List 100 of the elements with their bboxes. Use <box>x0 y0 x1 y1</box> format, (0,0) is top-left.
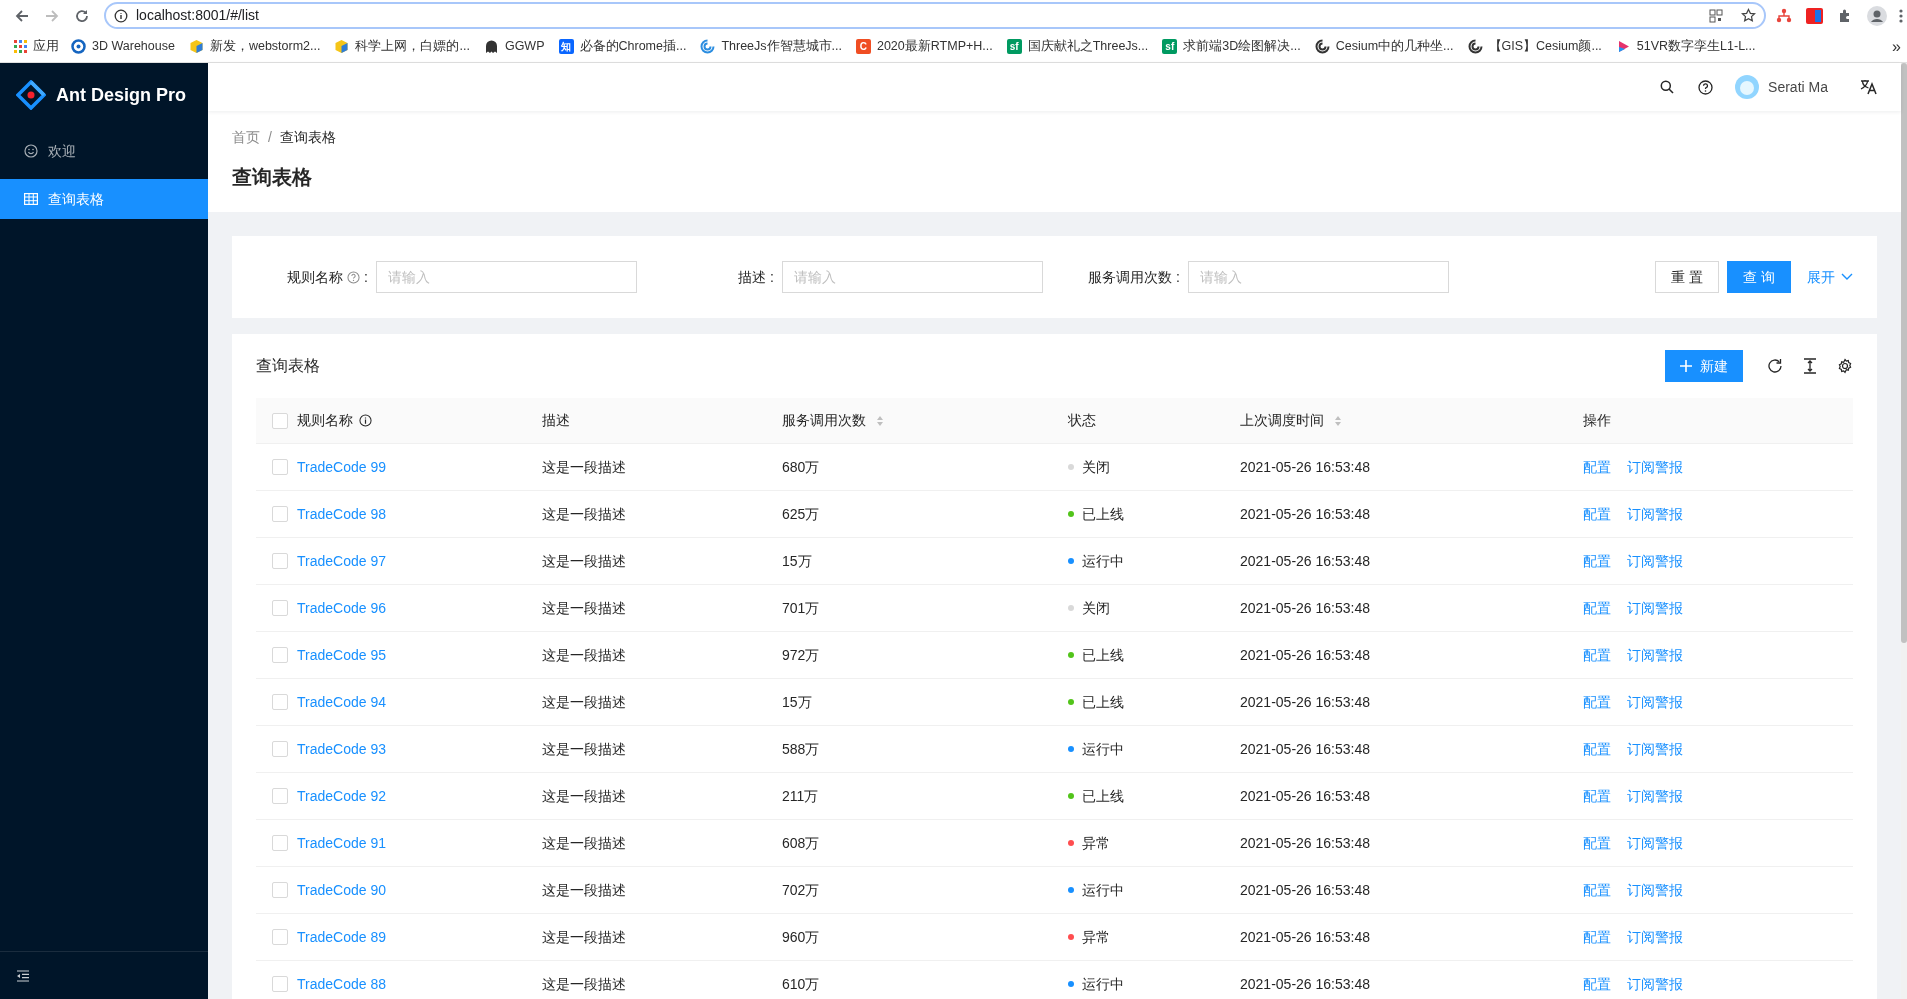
field-label: 描述 <box>738 267 767 287</box>
checkbox[interactable] <box>272 929 288 945</box>
action-link[interactable]: 订阅警报 <box>1627 973 1683 995</box>
action-link[interactable]: 配置 <box>1583 832 1611 854</box>
translate-icon[interactable] <box>1860 79 1877 95</box>
checkbox[interactable] <box>272 835 288 851</box>
profile-icon[interactable] <box>1867 5 1887 26</box>
reset-button[interactable]: 重 置 <box>1655 261 1720 293</box>
expand-link[interactable]: 展开 <box>1807 266 1853 288</box>
reload-icon[interactable] <box>1767 358 1783 374</box>
action-link[interactable]: 配置 <box>1583 691 1611 713</box>
select-all-checkbox[interactable] <box>272 412 288 429</box>
checkbox[interactable] <box>272 600 288 616</box>
checkbox[interactable] <box>272 647 288 663</box>
rule-name-link[interactable]: TradeCode 90 <box>297 881 386 898</box>
rule-name-link[interactable]: TradeCode 91 <box>297 834 386 851</box>
checkbox[interactable] <box>272 694 288 710</box>
action-link[interactable]: 订阅警报 <box>1627 926 1683 948</box>
column-header[interactable]: 服务调用次数 <box>782 410 866 431</box>
action-link[interactable]: 订阅警报 <box>1627 832 1683 854</box>
checkbox[interactable] <box>272 976 288 992</box>
search-icon[interactable] <box>1660 80 1675 94</box>
input-field[interactable]: 请输入 <box>782 261 1043 293</box>
action-link[interactable]: 配置 <box>1583 973 1611 995</box>
new-button[interactable]: 新建 <box>1665 350 1743 382</box>
rule-name-link[interactable]: TradeCode 95 <box>297 646 386 663</box>
action-link[interactable]: 配置 <box>1583 456 1611 478</box>
reload-icon[interactable] <box>74 7 90 24</box>
action-link[interactable]: 订阅警报 <box>1627 456 1683 478</box>
action-link[interactable]: 订阅警报 <box>1627 644 1683 666</box>
action-link[interactable]: 订阅警报 <box>1627 785 1683 807</box>
apps-bookmark[interactable]: 应用 <box>14 34 59 59</box>
action-link[interactable]: 配置 <box>1583 503 1611 525</box>
extension-icon[interactable] <box>1806 7 1823 24</box>
network-icon[interactable] <box>1776 7 1792 24</box>
rule-name-link[interactable]: TradeCode 99 <box>297 458 386 475</box>
action-link[interactable]: 配置 <box>1583 926 1611 948</box>
star-icon[interactable] <box>1741 8 1756 23</box>
action-link[interactable]: 配置 <box>1583 785 1611 807</box>
rule-name-link[interactable]: TradeCode 96 <box>297 599 386 616</box>
help-icon[interactable] <box>1698 79 1714 95</box>
action-link[interactable]: 订阅警报 <box>1627 503 1683 525</box>
user-name[interactable]: Serati Ma <box>1768 76 1828 98</box>
bookmark[interactable]: sf 国庆献礼之ThreeJs... <box>1006 34 1149 59</box>
rule-name-link[interactable]: TradeCode 93 <box>297 740 386 757</box>
rule-name-link[interactable]: TradeCode 89 <box>297 928 386 945</box>
breadcrumb-item[interactable]: 首页 <box>232 127 260 148</box>
menu-item[interactable]: 查询表格 <box>0 179 208 219</box>
input-field[interactable]: 请输入 <box>1188 261 1449 293</box>
checkbox[interactable] <box>272 882 288 898</box>
forward-icon[interactable] <box>44 7 60 24</box>
input-field[interactable]: 请输入 <box>376 261 637 293</box>
collapse-menu-icon[interactable] <box>16 969 30 982</box>
action-link[interactable]: 订阅警报 <box>1627 879 1683 901</box>
bookmark[interactable]: 知 必备的Chrome插... <box>558 34 687 59</box>
checkbox[interactable] <box>272 506 288 522</box>
avatar[interactable] <box>1735 75 1760 99</box>
checkbox[interactable] <box>272 788 288 804</box>
checkbox[interactable] <box>272 553 288 569</box>
bookmark[interactable]: 【GIS】Cesium颜... <box>1467 34 1602 59</box>
rule-name-link[interactable]: TradeCode 94 <box>297 693 386 710</box>
bookmark[interactable]: 51VR数字孪生L1-L... <box>1615 34 1756 59</box>
table-cell: 这是一段描述 <box>542 740 626 757</box>
bookmark[interactable]: 新发，webstorm2... <box>188 34 321 59</box>
scrollbar-thumb[interactable] <box>1901 63 1907 643</box>
menu-item[interactable]: 欢迎 <box>0 131 208 171</box>
action-link[interactable]: 订阅警报 <box>1627 738 1683 760</box>
column-height-icon[interactable] <box>1803 358 1817 374</box>
action-link[interactable]: 订阅警报 <box>1627 691 1683 713</box>
action-link[interactable]: 配置 <box>1583 879 1611 901</box>
action-link[interactable]: 配置 <box>1583 738 1611 760</box>
settings-icon[interactable] <box>1837 358 1853 374</box>
sort-icon[interactable] <box>1334 414 1342 427</box>
bookmark[interactable]: ThreeJs作智慧城市... <box>700 34 842 59</box>
checkbox[interactable] <box>272 459 288 475</box>
rule-name-link[interactable]: TradeCode 97 <box>297 552 386 569</box>
bookmark[interactable]: 3D Warehouse <box>71 34 175 59</box>
address-bar[interactable]: localhost:8001/#/list <box>104 2 1766 29</box>
action-link[interactable]: 配置 <box>1583 550 1611 572</box>
bookmark[interactable]: 科学上网，白嫖的... <box>334 34 470 59</box>
bookmark[interactable]: Cesium中的几种坐... <box>1314 34 1454 59</box>
label-colon: : <box>364 267 368 287</box>
more-bookmarks-button[interactable]: » <box>1892 34 1901 59</box>
action-link[interactable]: 订阅警报 <box>1627 550 1683 572</box>
action-link[interactable]: 订阅警报 <box>1627 597 1683 619</box>
column-header[interactable]: 上次调度时间 <box>1240 410 1324 431</box>
qr-code-icon[interactable] <box>1709 8 1723 23</box>
sort-icon[interactable] <box>876 414 884 427</box>
search-button[interactable]: 查 询 <box>1727 261 1791 293</box>
rule-name-link[interactable]: TradeCode 98 <box>297 505 386 522</box>
rule-name-link[interactable]: TradeCode 88 <box>297 975 386 992</box>
bookmark[interactable]: C 2020最新RTMP+H... <box>855 34 993 59</box>
action-link[interactable]: 配置 <box>1583 644 1611 666</box>
bookmark[interactable]: sf 求前端3D绘图解决... <box>1162 34 1301 59</box>
action-link[interactable]: 配置 <box>1583 597 1611 619</box>
menu-icon[interactable] <box>1899 7 1903 24</box>
rule-name-link[interactable]: TradeCode 92 <box>297 787 386 804</box>
bookmark[interactable]: GGWP <box>483 34 545 59</box>
checkbox[interactable] <box>272 741 288 757</box>
back-icon[interactable] <box>14 7 30 24</box>
